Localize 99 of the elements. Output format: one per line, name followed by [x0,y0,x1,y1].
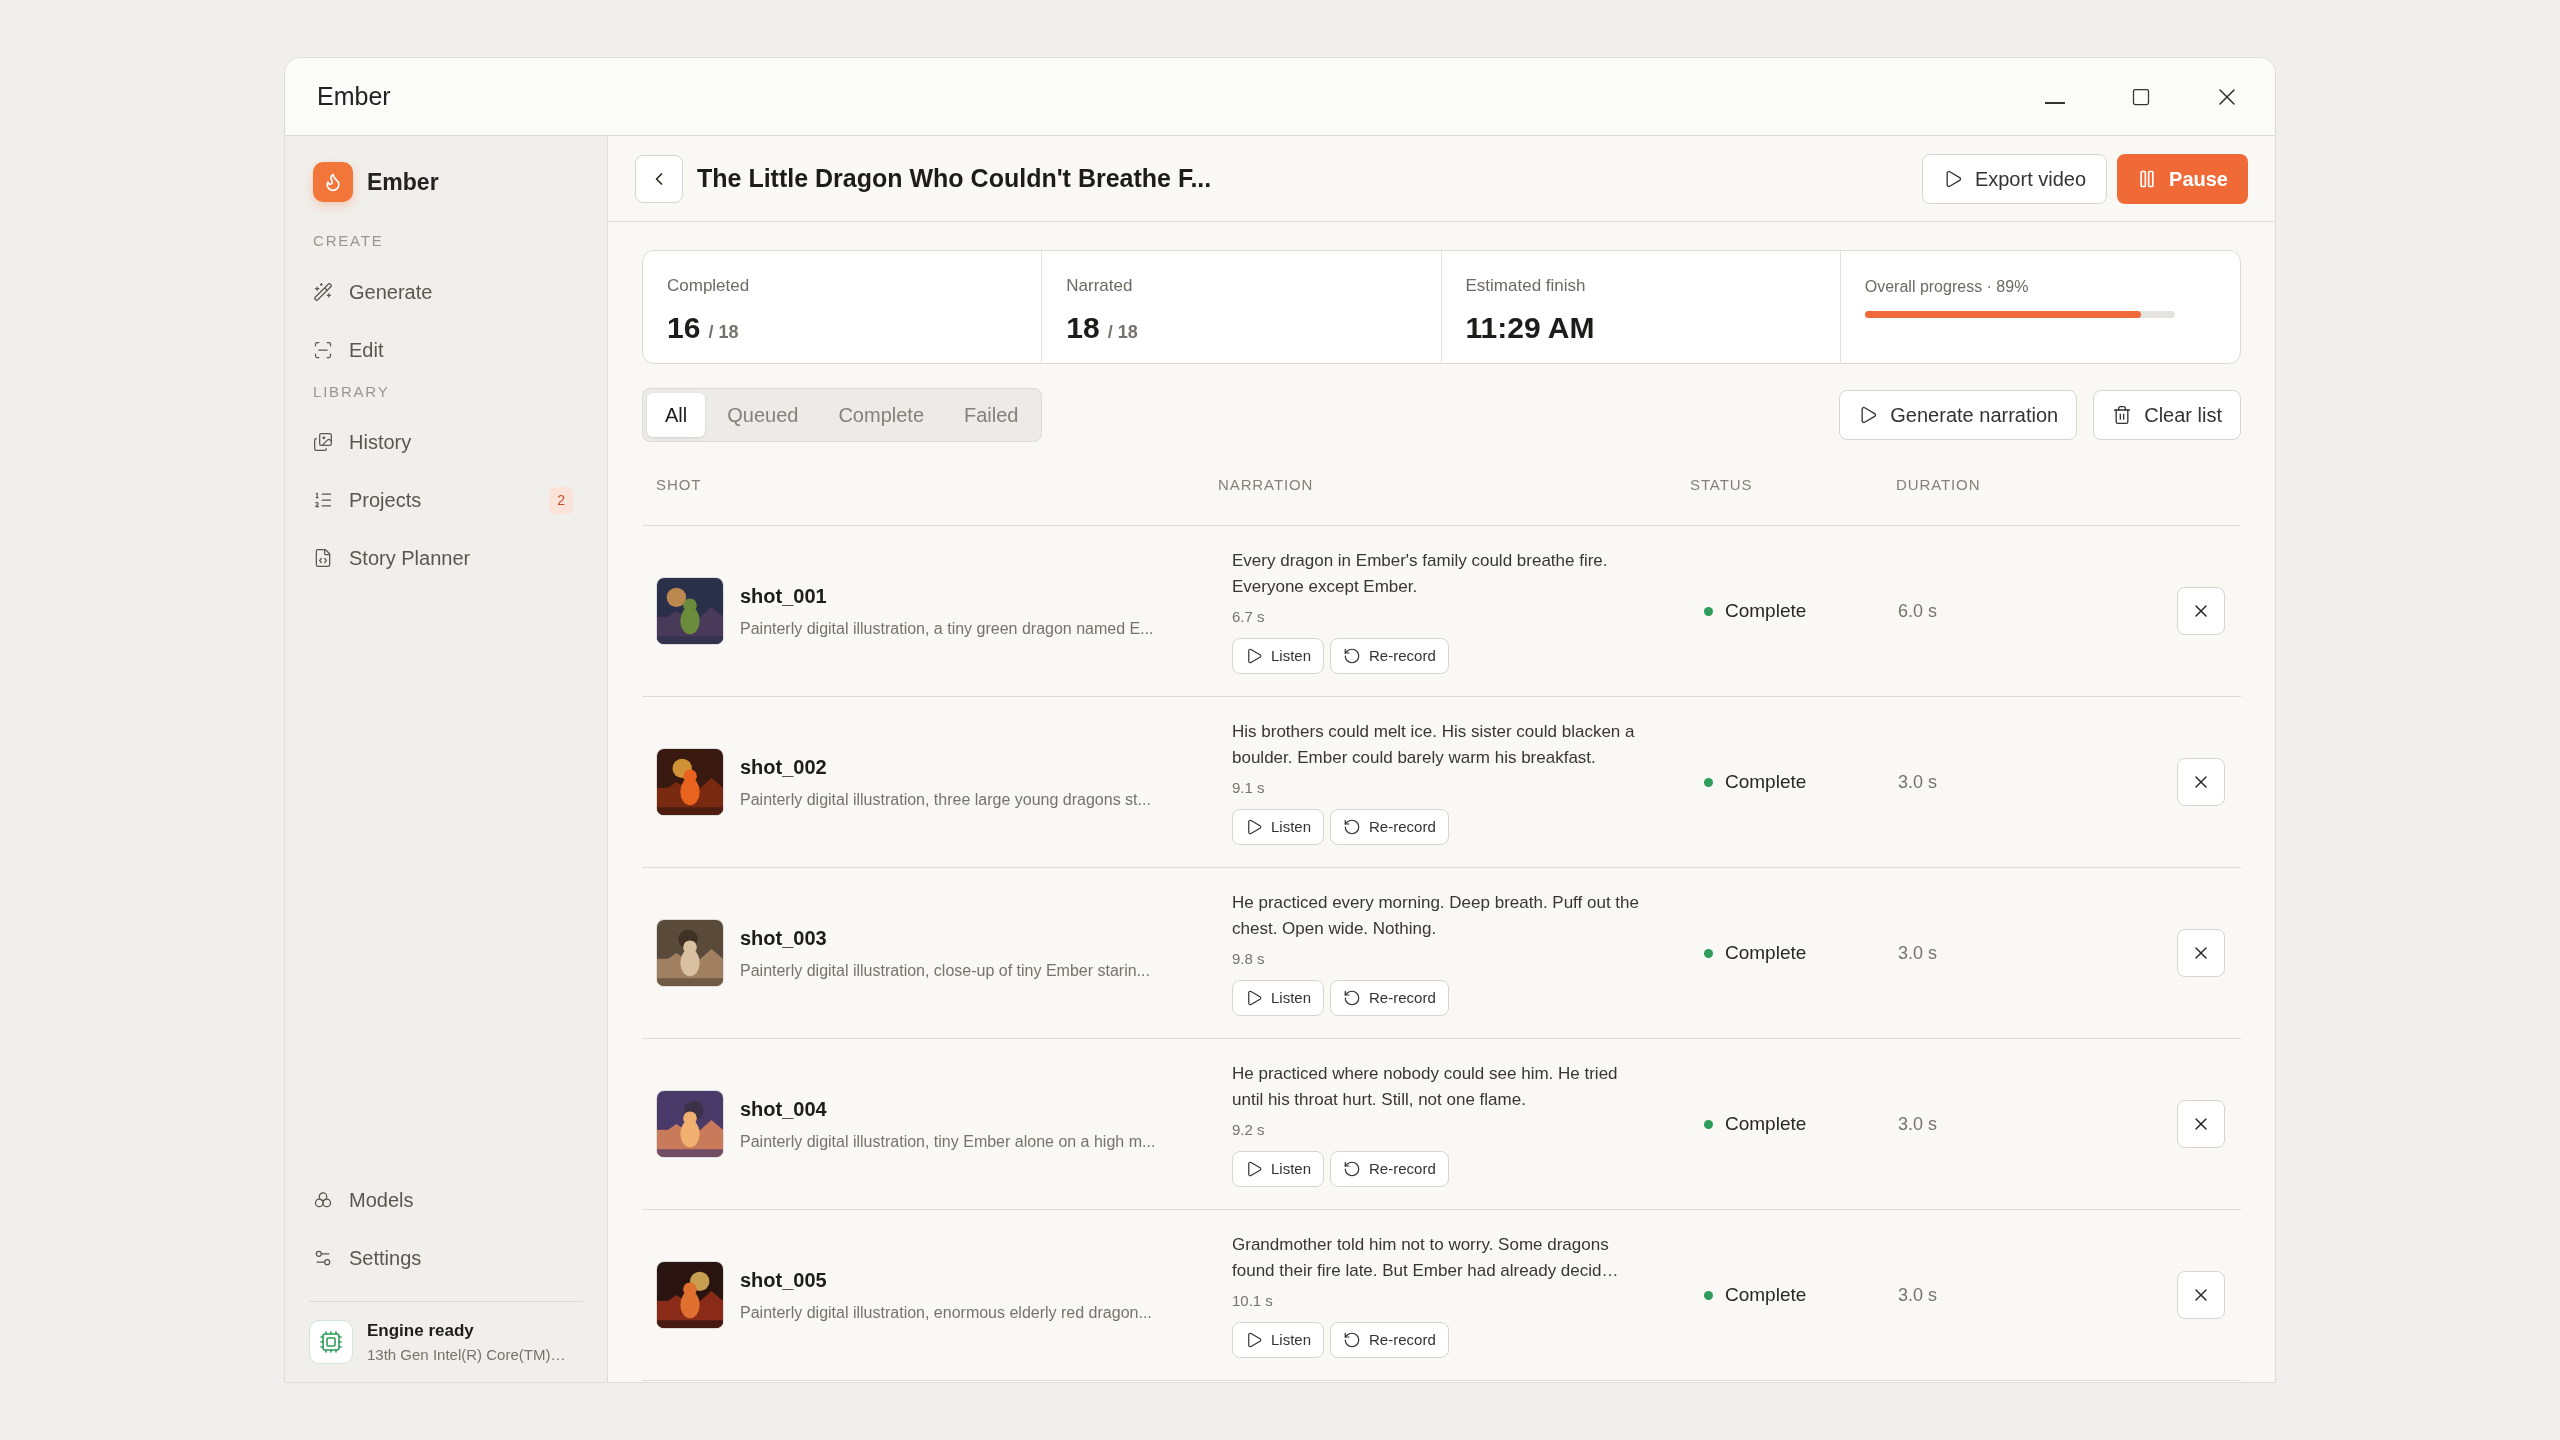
shot-prompt: Painterly digital illustration, close-up of tiny Ember starin... [740,961,1150,981]
nav-item[interactable]: Models [313,1171,579,1229]
remove-button[interactable] [2177,1100,2225,1148]
nav-item[interactable]: Generate [305,262,587,321]
narration-text: Grandmother told him not to worry. Some dragons found their fire late. But Ember had already decid… [1232,1233,1620,1282]
column-header: SHOT [656,475,703,496]
stat-value: 16 [667,309,701,346]
duration-text: 6.0 s [1897,599,1938,623]
nav-item[interactable]: Edit [305,320,587,379]
play-icon [1245,989,1263,1008]
count-badge: 2 [549,486,573,514]
stat-label: Completed [667,275,751,297]
duration-text: 3.0 s [1897,1283,1938,1307]
remove-button[interactable] [2177,758,2225,806]
shot-name: shot_005 [740,1268,828,1293]
trash-icon [2112,405,2133,425]
narration-text: He practiced every morning. Deep breath. Puff out the chest. Open wide. Nothing. [1232,891,1640,940]
re-record-button[interactable]: Re-record [1330,809,1449,846]
play-icon [1245,818,1263,837]
shot-name: shot_002 [740,755,828,780]
re-record-button[interactable]: Re-record [1330,1322,1449,1359]
section-heading: LIBRARY [313,381,391,402]
undo-icon [1343,1331,1362,1350]
shot-prompt: Painterly digital illustration, a tiny green dragon named E... [740,619,1154,639]
play-icon [1245,647,1263,666]
column-header: STATUS [1690,475,1754,496]
play-icon [1245,1160,1263,1179]
undo-icon [1343,989,1362,1008]
status-text: Complete [1725,1111,1807,1136]
status-text: Complete [1725,598,1807,623]
nav-item[interactable]: Projects 2 [305,471,587,529]
progress-label: Overall progress · 89% [1864,277,2030,297]
scan-icon [313,339,333,360]
remove-button[interactable] [2177,1271,2225,1319]
maximize-icon [2131,86,2151,107]
toggles-icon [313,1248,333,1268]
narration-length: 9.2 s [1232,1119,1266,1140]
listen-button[interactable]: Listen [1232,1322,1325,1359]
column-header: DURATION [1896,475,1982,496]
shot-name: shot_004 [740,1097,828,1122]
duration-text: 3.0 s [1897,941,1938,965]
column-header: NARRATION [1218,475,1315,496]
clear-list-button[interactable]: Clear list [2093,390,2241,440]
code-file-icon [313,548,333,568]
re-record-button[interactable]: Re-record [1330,1151,1449,1188]
narration-length: 10.1 s [1232,1290,1274,1311]
stat-label: Estimated finish [1465,275,1587,297]
nav-item[interactable]: Settings [313,1229,579,1287]
filter-tab[interactable]: All [647,393,706,437]
stat-total: / 18 [708,320,739,344]
shot-name: shot_001 [740,584,828,609]
re-record-button[interactable]: Re-record [1330,980,1449,1017]
flame-icon [323,172,343,192]
generate-narration-button[interactable]: Generate narration [1839,390,2078,440]
nav-item[interactable]: History [305,413,587,471]
stat-value: 11:29 AM [1465,309,1595,346]
re-record-button[interactable]: Re-record [1330,638,1449,675]
window-title: Ember [317,80,391,112]
remove-button[interactable] [2177,587,2225,635]
undo-icon [1343,818,1362,837]
narration-text: His brothers could melt ice. His sister could blacken a boulder. Ember could barely warm his breakfast. [1232,720,1636,769]
status-text: Complete [1725,769,1807,794]
narration-text: He practiced where nobody could see him. He tried until his throat hurt. Still, not one flame. [1232,1062,1619,1111]
duration-text: 3.0 s [1897,1112,1938,1136]
circles-icon [313,1190,333,1210]
stat-label: Narrated [1066,275,1134,297]
undo-icon [1343,1160,1362,1179]
play-icon [1245,1331,1263,1350]
stat-total: / 18 [1107,320,1138,344]
engine-detail: 13th Gen Intel(R) Core(TM)… [367,1344,566,1365]
nav-item[interactable]: Story Planner [305,529,587,587]
brand-name: Ember [367,167,439,197]
narration-length: 9.1 s [1232,777,1266,798]
magic-wand-icon [313,281,333,302]
shot-name: shot_003 [740,926,828,951]
undo-icon [1343,647,1362,666]
project-title: The Little Dragon Who Couldn't Breathe F... [697,162,1212,194]
narration-text: Every dragon in Ember's family could breathe fire. Everyone except Ember. [1232,549,1609,598]
section-heading: CREATE [313,231,385,251]
shot-prompt: Painterly digital illustration, three large young dragons st... [740,790,1151,810]
export-video-button[interactable]: Export video [1921,153,2108,204]
remove-button[interactable] [2177,929,2225,977]
status-text: Complete [1725,1282,1807,1307]
cpu-icon [319,1330,343,1354]
shot-prompt: Painterly digital illustration, tiny Ember alone on a high m... [740,1132,1156,1152]
engine-status: Engine ready [367,1320,475,1342]
stat-value: 18 [1066,309,1100,346]
listen-button[interactable]: Listen [1232,638,1325,675]
shot-prompt: Painterly digital illustration, enormous elderly red dragon... [740,1303,1152,1323]
status-text: Complete [1725,940,1807,965]
narration-length: 6.7 s [1232,606,1266,627]
listen-button[interactable]: Listen [1232,809,1325,846]
duration-text: 3.0 s [1897,770,1938,794]
listen-button[interactable]: Listen [1232,1151,1325,1188]
numbered-list-icon [313,490,333,510]
narration-length: 9.8 s [1232,948,1266,969]
minimize-icon [2045,101,2065,104]
listen-button[interactable]: Listen [1232,980,1325,1017]
images-icon [313,432,333,452]
